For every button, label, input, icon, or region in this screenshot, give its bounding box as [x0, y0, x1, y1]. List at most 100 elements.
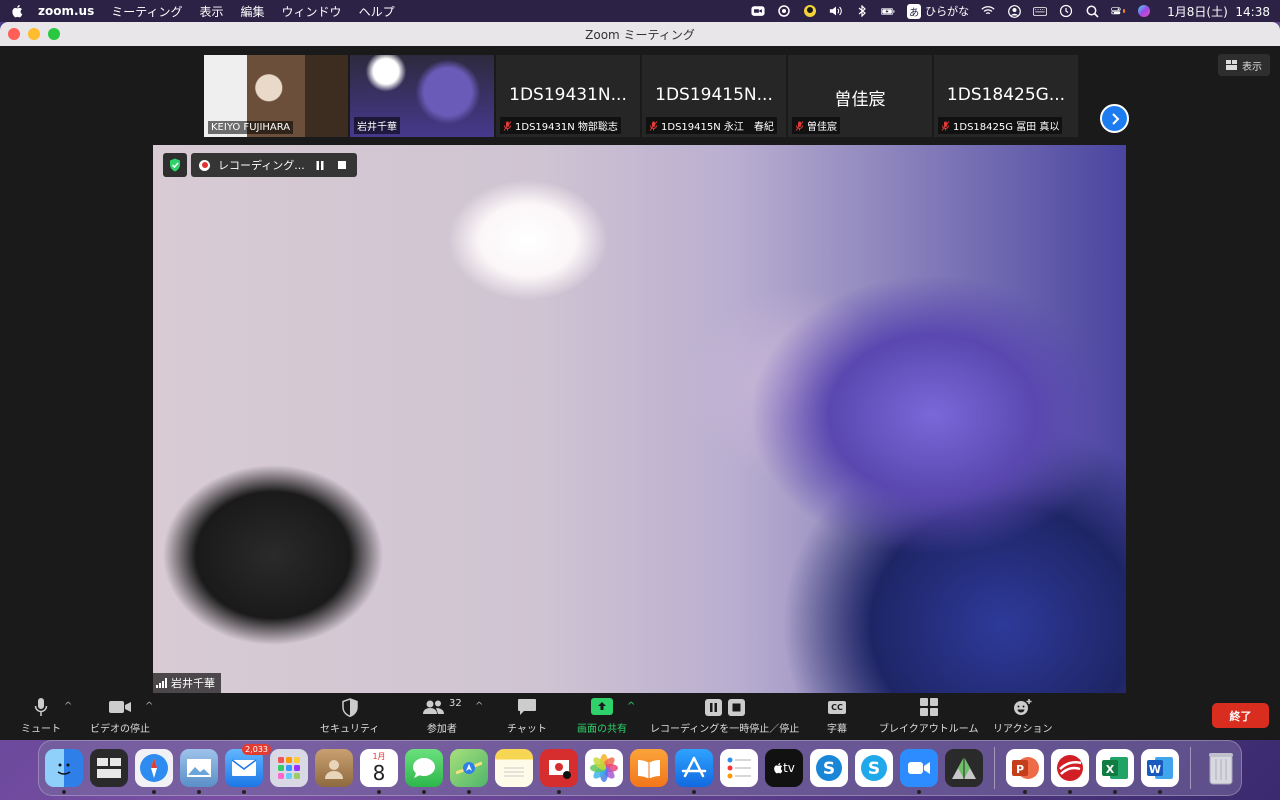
recording-controls-icon — [704, 697, 745, 717]
menu-help[interactable]: ヘルプ — [359, 3, 395, 20]
share-options-chevron-up-icon[interactable]: ^ — [627, 701, 635, 712]
reactions-label: リアクション — [993, 724, 1053, 735]
safari-app-icon[interactable] — [135, 749, 173, 794]
reminders-app-icon[interactable] — [720, 749, 758, 787]
calendar-day: 8 — [372, 761, 386, 785]
word-app-icon[interactable]: W — [1141, 749, 1179, 794]
menu-view[interactable]: 表示 — [200, 3, 224, 20]
share-screen-icon — [591, 697, 613, 717]
control-center-icon[interactable] — [1111, 5, 1126, 17]
powerpoint-app-icon[interactable]: P — [1006, 749, 1044, 794]
input-method-icon[interactable]: あ ひらがな — [907, 3, 970, 19]
books-app-icon[interactable] — [630, 749, 668, 787]
security-button[interactable]: セキュリティ — [320, 697, 379, 735]
calendar-app-icon[interactable]: 1月 8 — [360, 749, 398, 794]
battery-icon[interactable] — [881, 5, 895, 17]
excel-app-icon[interactable]: X — [1096, 749, 1134, 794]
active-speaker-video[interactable]: レコーディング... 岩井千華 — [153, 145, 1126, 693]
photos-app-icon[interactable] — [585, 749, 623, 787]
chat-bubble-icon — [517, 697, 537, 717]
audio-options-chevron-up-icon[interactable]: ^ — [64, 701, 72, 712]
finder-app-icon[interactable] — [45, 749, 83, 794]
stop-video-button[interactable]: ビデオの停止 — [90, 697, 150, 735]
view-button[interactable]: 表示 — [1218, 54, 1270, 76]
spotlight-search-icon[interactable] — [1085, 5, 1099, 18]
chat-label: チャット — [507, 724, 547, 735]
pause-recording-button[interactable] — [313, 158, 327, 172]
trash-app-icon[interactable] — [1202, 749, 1240, 787]
participant-thumbnail[interactable]: 1DS19415N... 1DS19415N 永江 春紀 — [642, 55, 786, 137]
svg-text:S: S — [868, 759, 880, 779]
view-button-label: 表示 — [1242, 61, 1262, 73]
volume-icon[interactable] — [829, 5, 843, 17]
maps-app-icon[interactable] — [450, 749, 488, 794]
camino-app-icon[interactable] — [945, 749, 983, 787]
participant-thumbnail[interactable]: 1DS18425G... 1DS18425G 冨田 真以 — [934, 55, 1078, 137]
time-machine-icon[interactable] — [1059, 4, 1073, 18]
microphone-icon — [34, 697, 48, 717]
mute-label: ミュート — [21, 724, 61, 735]
participant-name-large: 1DS19415N... — [655, 85, 773, 105]
keyboard-icon[interactable] — [1033, 5, 1048, 17]
share-screen-button[interactable]: 画面の共有 — [577, 697, 627, 735]
menu-app-name[interactable]: zoom.us — [38, 4, 94, 18]
photo-booth-app-icon[interactable] — [540, 749, 578, 794]
messages-app-icon[interactable] — [405, 749, 443, 794]
breakout-rooms-icon — [919, 697, 938, 717]
encryption-shield-icon[interactable] — [163, 153, 187, 177]
breakout-rooms-button[interactable]: ブレイクアウトルーム — [879, 697, 979, 735]
mute-button[interactable]: ミュート — [21, 697, 61, 735]
end-meeting-button[interactable]: 終了 — [1212, 703, 1269, 728]
app-store-app-icon[interactable] — [675, 749, 713, 794]
reactions-button[interactable]: リアクション — [993, 697, 1053, 735]
next-page-button[interactable] — [1100, 104, 1129, 133]
dock-separator — [1190, 747, 1191, 789]
trend-micro-app-icon[interactable] — [1051, 749, 1089, 794]
window-titlebar[interactable]: Zoom ミーティング — [0, 22, 1280, 46]
preview-app-icon[interactable] — [180, 749, 218, 794]
participant-thumbnail-active[interactable]: 岩井千華 — [350, 55, 494, 137]
menu-meeting[interactable]: ミーティング — [111, 3, 182, 20]
meeting-content: KEIYO FUJIHARA 岩井千華 1DS19431N... 1DS1943… — [0, 46, 1280, 740]
notes-app-icon[interactable] — [495, 749, 533, 787]
participant-thumbnail[interactable]: 曽佳宸 曽佳宸 — [788, 55, 932, 137]
launchpad-app-icon[interactable] — [270, 749, 308, 787]
app-status-icon[interactable] — [803, 5, 817, 17]
menu-edit[interactable]: 編集 — [241, 3, 265, 20]
window-title: Zoom ミーティング — [585, 27, 695, 42]
stop-icon — [727, 698, 745, 716]
captions-button[interactable]: CC 字幕 — [827, 697, 847, 735]
menu-window[interactable]: ウィンドウ — [282, 3, 342, 20]
skype-app-icon[interactable]: S — [855, 749, 893, 787]
apple-tv-app-icon[interactable]: tv — [765, 749, 803, 787]
participants-button[interactable]: 32 参加者 — [422, 697, 462, 735]
share-screen-label: 画面の共有 — [577, 724, 627, 735]
menubar-clock[interactable]: 1月8日(土) 14:38 — [1167, 3, 1270, 20]
participants-chevron-up-icon[interactable]: ^ — [475, 701, 483, 712]
participant-thumbnail[interactable]: KEIYO FUJIHARA — [204, 55, 348, 137]
recording-control-button[interactable]: レコーディングを一時停止／停止 — [650, 697, 799, 735]
meeting-toolbar: ミュート ^ ビデオの停止 ^ セキュリティ 32 参加者 ^ チャット 画面の… — [0, 693, 1280, 740]
apple-menu-icon[interactable] — [10, 4, 24, 18]
settings-status-icon[interactable] — [777, 5, 791, 17]
contacts-app-icon[interactable] — [315, 749, 353, 787]
skype-for-business-app-icon[interactable]: S — [810, 749, 848, 787]
video-camera-icon — [108, 697, 132, 717]
mail-app-icon[interactable]: 2,033 — [225, 744, 271, 794]
mission-control-app-icon[interactable] — [90, 749, 128, 787]
dock: 2,033 1月 8 tv S S P X W — [38, 740, 1242, 796]
participant-thumbnail[interactable]: 1DS19431N... 1DS19431N 物部聡志 — [496, 55, 640, 137]
chat-button[interactable]: チャット — [507, 697, 547, 735]
chevron-right-icon — [1111, 112, 1119, 125]
wifi-icon[interactable] — [981, 5, 995, 17]
siri-icon[interactable] — [1137, 5, 1151, 17]
zoom-status-icon[interactable] — [751, 5, 765, 17]
mic-muted-icon — [795, 120, 804, 131]
video-options-chevron-up-icon[interactable]: ^ — [145, 701, 153, 712]
apple-logo-icon — [774, 763, 783, 774]
input-method-label: ひらがな — [925, 5, 970, 18]
bluetooth-icon[interactable] — [855, 5, 869, 17]
user-icon[interactable] — [1007, 4, 1021, 18]
zoom-app-icon[interactable] — [900, 749, 938, 794]
stop-recording-button[interactable] — [335, 158, 349, 172]
